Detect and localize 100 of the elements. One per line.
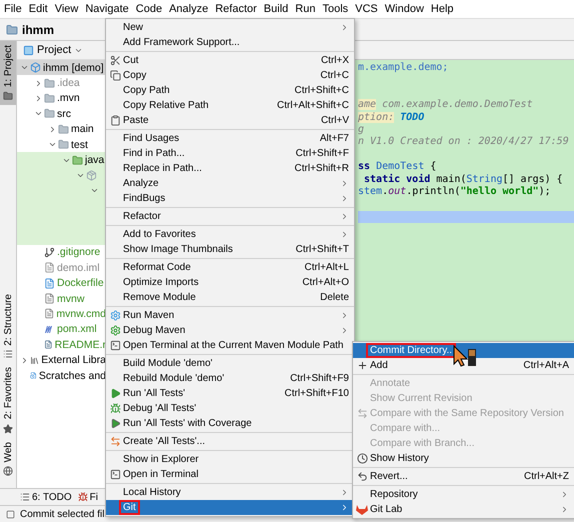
file-icon bbox=[44, 293, 55, 304]
menu-item[interactable]: Rebuild Module 'demo' Ctrl+Shift+F9 bbox=[106, 371, 354, 386]
chevron-right-icon[interactable] bbox=[34, 94, 43, 103]
tool-window-tab[interactable]: Fi bbox=[78, 492, 98, 502]
code-token: [] args) { bbox=[502, 174, 563, 185]
code-token: .println( bbox=[406, 186, 460, 197]
menu-bar-item[interactable]: Help bbox=[430, 3, 454, 15]
menu-item[interactable]: Paste Ctrl+V bbox=[106, 113, 354, 128]
tree-row-highlight[interactable]: java bbox=[17, 152, 106, 168]
menu-item[interactable]: Debug Maven bbox=[106, 323, 354, 338]
menu-item[interactable]: Show History bbox=[353, 451, 574, 466]
menu-item[interactable]: Run 'All Tests' Ctrl+Shift+F10 bbox=[106, 386, 354, 401]
library-icon bbox=[30, 354, 40, 366]
menu-item[interactable]: Add Ctrl+Alt+A bbox=[353, 358, 574, 373]
code-token: ption: bbox=[358, 112, 394, 123]
menu-item[interactable]: Debug 'All Tests' bbox=[106, 401, 354, 416]
file-icon bbox=[44, 308, 54, 320]
menu-item[interactable]: Git bbox=[106, 500, 354, 515]
terminal-icon bbox=[110, 469, 120, 480]
menu-bar-item[interactable]: Code bbox=[136, 3, 162, 15]
code-token: ss bbox=[358, 161, 370, 172]
menu-item[interactable]: Replace in Path... Ctrl+Shift+R bbox=[106, 161, 354, 176]
menu-item[interactable]: Find in Path... Ctrl+Shift+F bbox=[106, 146, 354, 161]
compare-icon bbox=[356, 408, 368, 419]
tree-item-label[interactable]: mvnw.cmd bbox=[56, 308, 106, 320]
menu-item[interactable]: Copy Path Ctrl+Shift+C bbox=[106, 83, 354, 98]
structure-icon bbox=[3, 349, 13, 360]
menu-bar-item[interactable]: Run bbox=[295, 3, 316, 15]
arrows-icon bbox=[110, 436, 120, 447]
menu-item[interactable]: Run Maven bbox=[106, 308, 354, 323]
gear-icon bbox=[110, 325, 120, 336]
menu-bar-item[interactable]: Analyze bbox=[169, 3, 208, 15]
menu-item[interactable]: Git Lab bbox=[353, 502, 574, 517]
tree-item-label[interactable]: .mvn bbox=[57, 92, 80, 104]
tool-window-tab[interactable]: 2: Favorites bbox=[0, 363, 16, 438]
menu-bar-item[interactable]: Navigate bbox=[85, 3, 129, 15]
bug-icon bbox=[110, 403, 120, 414]
menu-item[interactable]: Build Module 'demo' bbox=[106, 356, 354, 371]
menu-bar-item[interactable]: View bbox=[54, 3, 78, 15]
tool-window-tab[interactable]: 2: Structure bbox=[0, 290, 16, 364]
menu-item[interactable]: Find Usages Alt+F7 bbox=[106, 131, 354, 146]
menu-item[interactable]: Create 'All Tests'... bbox=[106, 434, 354, 449]
menu-item[interactable]: Cut Ctrl+X bbox=[106, 53, 354, 68]
menu-bar-item[interactable]: File bbox=[4, 3, 22, 15]
tool-window-tab[interactable]: 6: TODO bbox=[20, 492, 72, 502]
menu-item[interactable]: Remove Module Delete bbox=[106, 290, 354, 305]
tree-item-label[interactable]: pom.xml bbox=[57, 323, 97, 336]
menu-item[interactable]: Copy Ctrl+C bbox=[106, 68, 354, 83]
menu-item[interactable]: Revert... Ctrl+Alt+Z bbox=[353, 469, 574, 484]
menu-item[interactable]: Open in Terminal bbox=[106, 467, 354, 482]
menu-item[interactable]: Repository bbox=[353, 487, 574, 502]
menu-item[interactable]: FindBugs bbox=[106, 191, 354, 206]
menu-bar-item[interactable]: Build bbox=[264, 3, 288, 15]
tree-item-label[interactable]: main bbox=[71, 123, 94, 136]
tree-item-label[interactable]: .gitignore bbox=[57, 246, 100, 258]
gear-icon bbox=[110, 310, 120, 321]
chevron-right-icon[interactable] bbox=[48, 124, 57, 134]
menu-item[interactable]: New bbox=[106, 20, 354, 35]
highlight-outline: Git bbox=[119, 500, 140, 515]
menu-bar-item[interactable]: Tools bbox=[322, 3, 348, 15]
tree-row-highlight[interactable]: ihmm [demo] bbox=[17, 60, 106, 76]
folder-icon bbox=[44, 92, 55, 104]
menu-item[interactable]: Reformat Code Ctrl+Alt+L bbox=[106, 260, 354, 275]
menu-item[interactable]: Optimize Imports Ctrl+Alt+O bbox=[106, 275, 354, 290]
menu-item[interactable]: Refactor bbox=[106, 209, 354, 224]
code-token: { bbox=[430, 161, 436, 172]
tree-item-label[interactable]: ihmm [demo] bbox=[43, 62, 104, 74]
code-token: g bbox=[358, 124, 364, 135]
tree-item-label[interactable]: src bbox=[57, 108, 71, 120]
menu-item[interactable]: Add Framework Support... bbox=[106, 35, 354, 50]
menu-bar-item[interactable]: Window bbox=[384, 3, 424, 15]
menu-bar-item[interactable]: Refactor bbox=[215, 3, 257, 15]
star-icon bbox=[3, 424, 13, 434]
chevron-right-icon[interactable] bbox=[34, 78, 43, 88]
play-icon bbox=[110, 388, 120, 399]
menu-bar-item[interactable]: VCS bbox=[355, 3, 378, 15]
tree-item-label[interactable]: External Libra bbox=[41, 354, 106, 366]
chevron-right-icon[interactable] bbox=[20, 356, 29, 365]
menu-item[interactable]: Add to Favorites bbox=[106, 227, 354, 242]
menu-item[interactable]: Open Terminal at the Current Maven Module Path bbox=[106, 338, 354, 353]
menu-item[interactable]: Local History bbox=[106, 485, 354, 500]
tree-item-label[interactable]: test bbox=[71, 138, 88, 151]
menu-item[interactable]: Analyze bbox=[106, 176, 354, 191]
tree-item-label[interactable]: mvnw bbox=[57, 292, 84, 305]
menu-bar-item[interactable]: Edit bbox=[28, 3, 48, 15]
code-token: static void bbox=[363, 174, 430, 185]
menu-item[interactable]: Show Image Thumbnails Ctrl+Shift+T bbox=[106, 242, 354, 257]
tool-window-tab[interactable]: Web bbox=[0, 438, 16, 480]
tool-window-tab[interactable]: 1: Project bbox=[0, 41, 16, 106]
tree-item-label[interactable]: java bbox=[85, 154, 104, 166]
menu-item[interactable]: Show in Explorer bbox=[106, 452, 354, 467]
clock-icon bbox=[356, 453, 368, 464]
status-text: Commit selected fil bbox=[20, 508, 104, 520]
menu-item[interactable]: Copy Relative Path Ctrl+Alt+Shift+C bbox=[106, 98, 354, 113]
tree-item-label[interactable]: README.r bbox=[54, 338, 106, 351]
tree-item-label[interactable]: Dockerfile bbox=[57, 277, 104, 290]
menu-item[interactable]: Run 'All Tests' with Coverage bbox=[106, 416, 354, 431]
menu-item[interactable]: Commit Directory.. bbox=[353, 343, 574, 358]
file-icon bbox=[44, 278, 55, 289]
code-token: TODO bbox=[399, 112, 424, 123]
